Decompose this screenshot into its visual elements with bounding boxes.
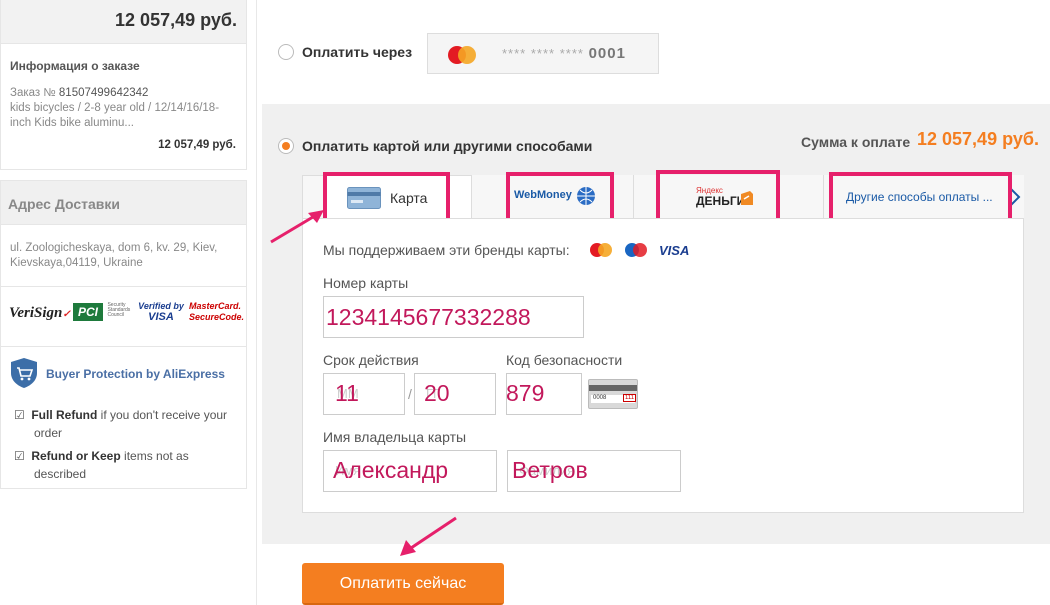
annotation-arrow-icon xyxy=(270,210,324,244)
check-icon: ☑ xyxy=(14,449,25,463)
order-info-panel: Информация о заказе Заказ № 815074996423… xyxy=(0,44,247,170)
supported-brands-label: Мы поддерживаем эти бренды карты: xyxy=(323,242,570,258)
card-number-value: 1234145677332288 xyxy=(326,304,531,330)
cvc-label: Код безопасности xyxy=(506,352,623,368)
order-item-price: 12 057,49 руб. xyxy=(158,139,236,151)
card-payment-radio[interactable] xyxy=(278,138,294,154)
delivery-address-title: Адрес Доставки xyxy=(0,180,247,225)
highlight-yandex-tab xyxy=(656,170,780,222)
order-number-line: Заказ № 81507499642342 xyxy=(10,86,236,101)
expiry-separator: / xyxy=(408,386,412,402)
amount-due-value: 12 057,49 руб. xyxy=(917,129,1039,149)
mastercard-icon xyxy=(448,46,476,64)
pci-logo: PCI Security Standards Council xyxy=(73,303,137,321)
saved-card-radio[interactable] xyxy=(278,44,294,60)
verified-by-visa-logo: Verified by VISA xyxy=(138,301,184,323)
address-line2: Kievskaya,04119, Ukraine xyxy=(10,257,143,269)
address-line1: ul. Zoologicheskaya, dom 6, kv. 29, Kiev… xyxy=(10,242,218,254)
refund-or-keep-item: ☑ Refund or Keep items not as described xyxy=(14,449,189,481)
mastercard-securecode-logo: MasterCard. SecureCode. xyxy=(189,301,245,322)
visa-brand-icon: VISA xyxy=(659,243,690,258)
expiry-year-value: 20 xyxy=(424,380,450,406)
cvc-value: 879 xyxy=(506,380,545,406)
card-number-label: Номер карты xyxy=(323,275,409,291)
order-total: 12 057,49 руб. xyxy=(0,0,247,44)
buyer-protection-title[interactable]: Buyer Protection by AliExpress xyxy=(46,367,225,381)
order-item-line2: inch Kids bike aluminu... xyxy=(10,117,135,129)
cvc-hint-card-icon: 0008 111 xyxy=(588,379,638,409)
order-number-label: Заказ № xyxy=(10,87,56,99)
security-logos: VeriSign✓ PCI Security Standards Council… xyxy=(0,287,247,347)
order-item-title[interactable]: kids bicycles / 2-8 year old / 12/14/16/… xyxy=(10,101,236,131)
check-icon: ☑ xyxy=(14,408,25,422)
first-name-value: Александр xyxy=(333,457,449,483)
pay-now-button[interactable]: Оплатить сейчас xyxy=(302,563,504,605)
saved-card-option-label[interactable]: Оплатить через xyxy=(302,44,412,60)
expiry-month-value: 11 xyxy=(335,380,359,406)
shield-cart-icon xyxy=(11,358,37,388)
last-name-value: Ветров xyxy=(512,457,588,483)
maestro-brand-icon xyxy=(625,243,647,257)
order-item-line1: kids bicycles / 2-8 year old / 12/14/16/… xyxy=(10,102,220,114)
saved-card-number: **** **** **** 0001 xyxy=(502,45,626,62)
buyer-protection: Buyer Protection by AliExpress ☑ Full Re… xyxy=(0,347,247,489)
order-info-title: Информация о заказе xyxy=(10,59,140,73)
saved-card-selector[interactable]: **** **** **** 0001 xyxy=(427,33,659,74)
highlight-other-tab xyxy=(829,172,1012,222)
expiry-label: Срок действия xyxy=(323,352,419,368)
mastercard-brand-icon xyxy=(590,243,612,257)
sidebar-divider xyxy=(256,0,257,605)
full-refund-item: ☑ Full Refund if you don't receive your … xyxy=(14,408,228,440)
highlight-webmoney-tab xyxy=(506,172,614,222)
verisign-logo: VeriSign✓ xyxy=(9,305,71,321)
amount-due-label: Сумма к оплате xyxy=(801,134,911,150)
cardholder-label: Имя владельца карты xyxy=(323,429,467,445)
delivery-address: ul. Zoologicheskaya, dom 6, kv. 29, Kiev… xyxy=(0,225,247,287)
order-sidebar: 12 057,49 руб. Информация о заказе Заказ… xyxy=(0,0,247,605)
card-option-label[interactable]: Оплатить картой или другими способами xyxy=(302,138,592,154)
highlight-card-tab xyxy=(323,172,450,224)
order-number: 81507499642342 xyxy=(58,87,149,99)
annotation-arrow-icon xyxy=(400,516,457,556)
